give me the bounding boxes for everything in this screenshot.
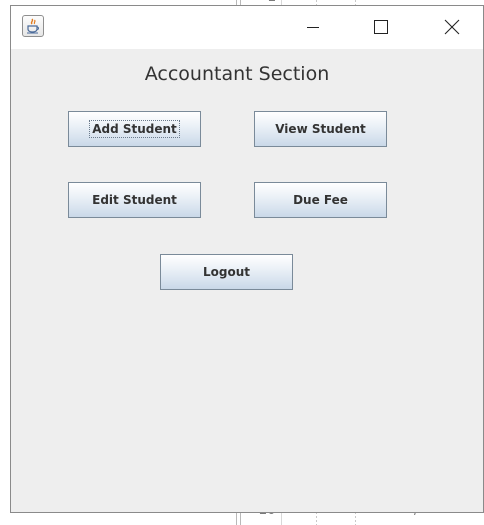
close-icon <box>444 19 460 35</box>
java-cup-icon[interactable] <box>22 15 44 37</box>
minimize-button[interactable] <box>290 6 336 49</box>
add-student-button[interactable]: Add Student <box>68 111 201 147</box>
maximize-icon <box>374 20 388 34</box>
add-student-label: Add Student <box>89 120 180 138</box>
due-fee-label: Due Fee <box>293 193 348 207</box>
edit-student-label: Edit Student <box>92 193 177 207</box>
view-student-label: View Student <box>275 122 366 136</box>
title-bar[interactable] <box>11 6 483 49</box>
view-student-button[interactable]: View Student <box>254 111 387 147</box>
edit-student-button[interactable]: Edit Student <box>68 182 201 218</box>
accountant-window: Accountant Section Add Student View Stud… <box>10 5 484 513</box>
logout-label: Logout <box>202 265 250 279</box>
logout-button[interactable]: Logout <box>160 254 293 290</box>
maximize-button[interactable] <box>358 6 404 49</box>
due-fee-button[interactable]: Due Fee <box>254 182 387 218</box>
close-button[interactable] <box>429 6 475 49</box>
page-title: Accountant Section <box>144 63 330 85</box>
minimize-icon <box>307 27 319 28</box>
